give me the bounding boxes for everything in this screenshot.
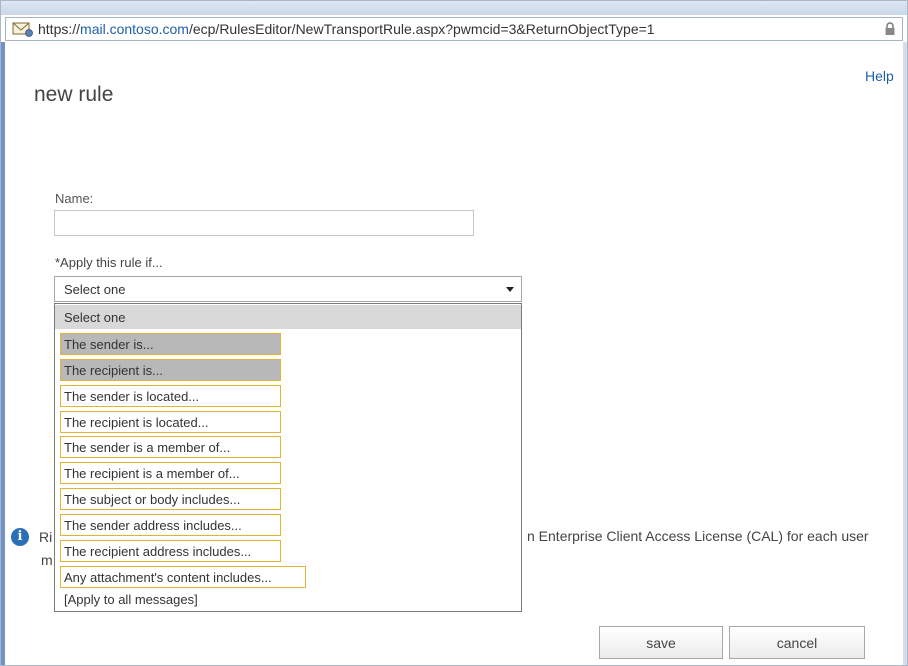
window-right-edge xyxy=(903,42,907,665)
help-link[interactable]: Help xyxy=(865,68,894,84)
browser-window: https://mail.contoso.com/ecp/RulesEditor… xyxy=(0,0,908,666)
page-title: new rule xyxy=(34,83,114,106)
dropdown-option-attachment-content-includes[interactable]: Any attachment's content includes... xyxy=(60,566,306,588)
mail-page-icon xyxy=(12,22,33,37)
name-input[interactable] xyxy=(54,210,474,236)
condition-dropdown-list: Select one The sender is... The recipien… xyxy=(54,303,522,612)
window-left-edge xyxy=(1,42,5,665)
cancel-button[interactable]: cancel xyxy=(729,626,865,659)
chevron-down-icon[interactable] xyxy=(500,278,520,300)
info-icon: i xyxy=(11,528,29,546)
window-title-strip xyxy=(1,1,907,15)
info-text-cal-notice: n Enterprise Client Access License (CAL)… xyxy=(527,528,869,544)
dropdown-option-recipient-is[interactable]: The recipient is... xyxy=(60,359,281,381)
dropdown-option-sender-address-includes[interactable]: The sender address includes... xyxy=(60,514,281,536)
url-domain: mail.contoso.com xyxy=(80,21,189,37)
dropdown-option-subject-body-includes[interactable]: The subject or body includes... xyxy=(60,488,281,510)
dropdown-option-sender-is[interactable]: The sender is... xyxy=(60,333,281,355)
dropdown-option-select-one[interactable]: Select one xyxy=(55,305,521,329)
condition-select-value: Select one xyxy=(64,282,126,297)
save-button[interactable]: save xyxy=(599,626,723,659)
url-scheme: https:// xyxy=(38,21,81,37)
apply-rule-label: *Apply this rule if... xyxy=(55,255,163,270)
dropdown-option-recipient-member-of[interactable]: The recipient is a member of... xyxy=(60,462,281,484)
dropdown-option-sender-member-of[interactable]: The sender is a member of... xyxy=(60,436,281,458)
dropdown-option-apply-all-messages[interactable]: [Apply to all messages] xyxy=(64,592,198,607)
info-text-fragment: Ri xyxy=(39,529,53,545)
dropdown-option-recipient-located[interactable]: The recipient is located... xyxy=(60,411,281,433)
dropdown-option-sender-located[interactable]: The sender is located... xyxy=(60,385,281,407)
condition-select[interactable]: Select one xyxy=(54,276,522,302)
address-bar[interactable]: https://mail.contoso.com/ecp/RulesEditor… xyxy=(5,17,903,41)
dropdown-option-recipient-address-includes[interactable]: The recipient address includes... xyxy=(60,540,281,562)
lock-icon xyxy=(885,22,895,35)
url-text[interactable]: https://mail.contoso.com/ecp/RulesEditor… xyxy=(38,21,655,37)
url-path: /ecp/RulesEditor/NewTransportRule.aspx?p… xyxy=(188,21,655,37)
info-text-fragment-line2: m xyxy=(41,552,53,568)
name-label: Name: xyxy=(55,191,94,206)
